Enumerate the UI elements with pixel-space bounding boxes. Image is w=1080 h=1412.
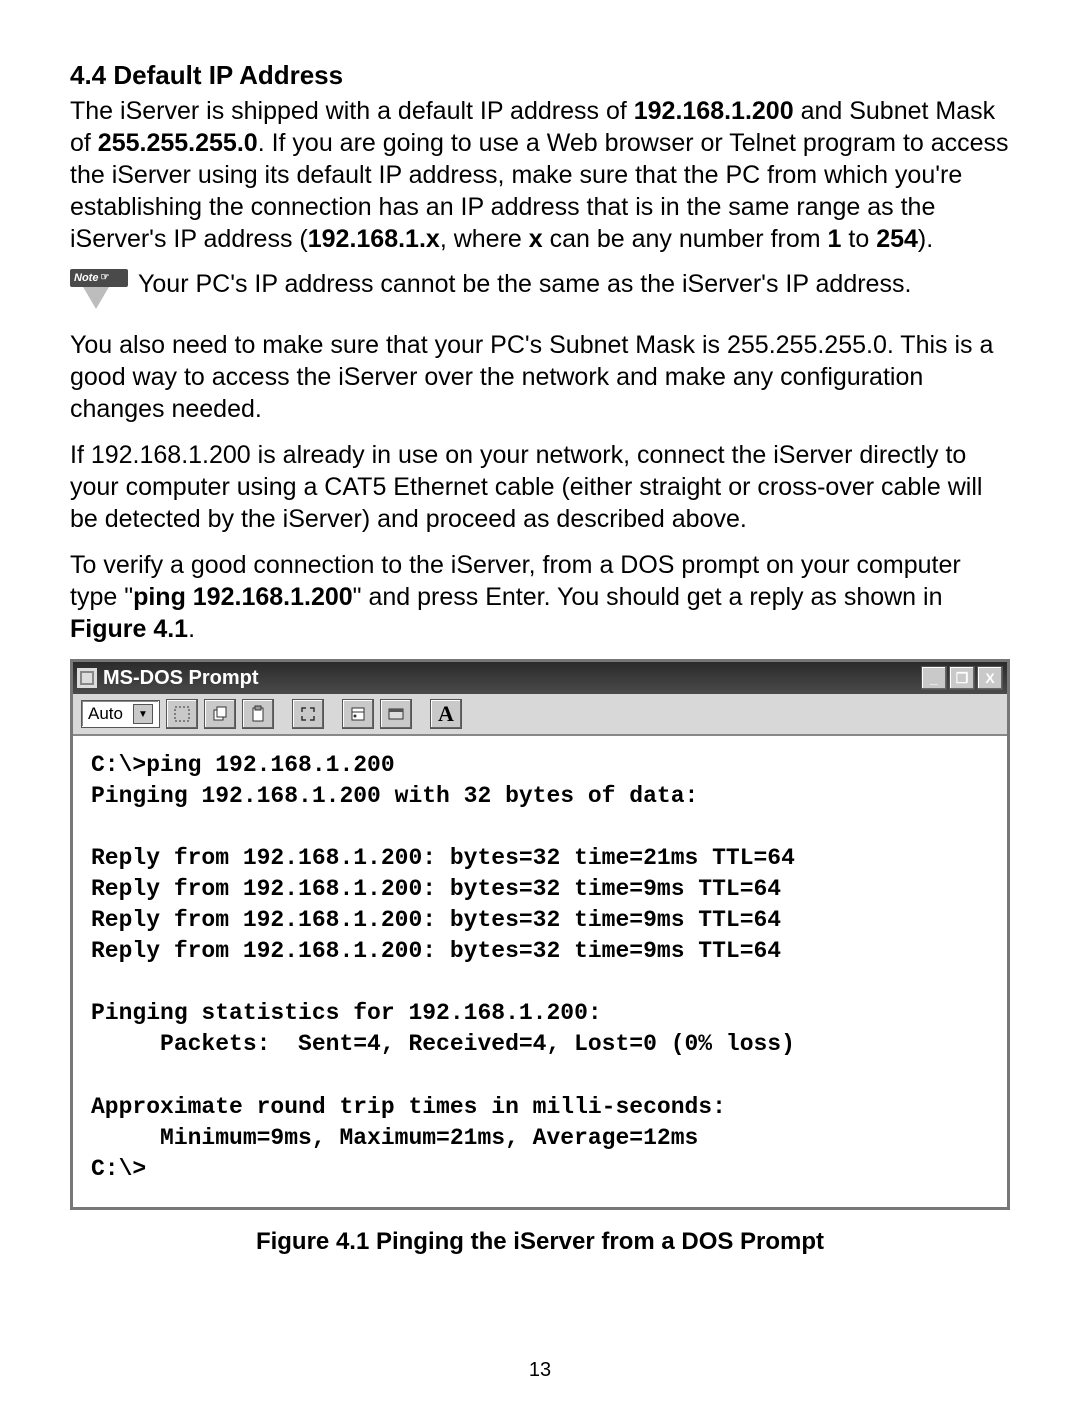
figure-caption: Figure 4.1 Pinging the iServer from a DO… — [70, 1228, 1010, 1256]
copy-icon[interactable] — [204, 699, 236, 729]
ip-range: 192.168.1.x — [308, 225, 440, 253]
document-page: 4.4 Default IP Address The iServer is sh… — [0, 0, 1080, 1412]
paste-icon[interactable] — [242, 699, 274, 729]
font-size-select[interactable]: Auto ▼ — [81, 700, 160, 728]
close-button[interactable]: X — [977, 666, 1003, 690]
window-title: MS-DOS Prompt — [103, 667, 921, 690]
fullscreen-icon[interactable] — [292, 699, 324, 729]
auto-label: Auto — [88, 704, 123, 724]
one: 1 — [828, 225, 842, 253]
text: " and press Enter. You should get a repl… — [353, 583, 943, 611]
text: can be any number from — [543, 225, 828, 253]
minimize-button[interactable]: _ — [921, 666, 947, 690]
background-icon[interactable] — [380, 699, 412, 729]
figure-reference: Figure 4.1 — [70, 615, 188, 643]
chevron-down-icon: ▼ — [133, 704, 153, 724]
ip-address: 192.168.1.200 — [634, 97, 794, 125]
note-label: Note — [74, 269, 98, 287]
text: The iServer is shipped with a default IP… — [70, 97, 634, 125]
section-heading: 4.4 Default IP Address — [70, 60, 1010, 91]
n254: 254 — [876, 225, 918, 253]
text: to — [841, 225, 876, 253]
window-controls: _ ❐ X — [921, 666, 1003, 690]
paragraph-3: If 192.168.1.200 is already in use on yo… — [70, 439, 1010, 535]
paragraph-2: You also need to make sure that your PC'… — [70, 329, 1010, 425]
note-text: Your PC's IP address cannot be the same … — [138, 269, 911, 300]
paragraph-1: The iServer is shipped with a default IP… — [70, 95, 1010, 255]
note-callout: Note☞ Your PC's IP address cannot be the… — [70, 269, 1010, 311]
maximize-button[interactable]: ❐ — [949, 666, 975, 690]
x-var: x — [529, 225, 543, 253]
terminal-output: C:\>ping 192.168.1.200 Pinging 192.168.1… — [73, 736, 1007, 1207]
page-number: 13 — [0, 1359, 1080, 1382]
ping-command: ping 192.168.1.200 — [133, 583, 353, 611]
title-bar: MS-DOS Prompt _ ❐ X — [73, 662, 1007, 694]
note-icon: Note☞ — [70, 269, 128, 311]
dos-prompt-window: MS-DOS Prompt _ ❐ X Auto ▼ — [70, 659, 1010, 1210]
toolbar: Auto ▼ A — [73, 694, 1007, 736]
app-icon — [77, 668, 97, 688]
pointing-hand-icon: ☞ — [100, 269, 109, 287]
mark-icon[interactable] — [166, 699, 198, 729]
paragraph-4: To verify a good connection to the iServ… — [70, 549, 1010, 645]
text: . — [188, 615, 195, 643]
text: , where — [440, 225, 529, 253]
font-button[interactable]: A — [430, 699, 462, 729]
subnet-mask: 255.255.255.0 — [98, 129, 258, 157]
properties-icon[interactable] — [342, 699, 374, 729]
text: ). — [918, 225, 933, 253]
